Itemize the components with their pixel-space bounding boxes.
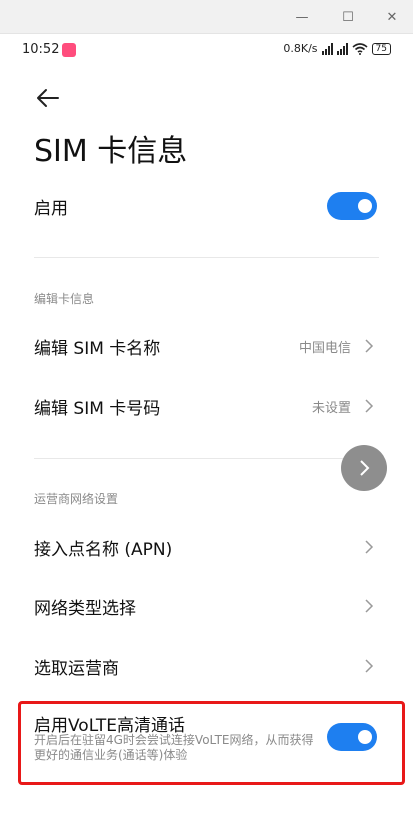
- wifi-icon: [352, 42, 368, 55]
- minimize-button[interactable]: —: [280, 0, 324, 34]
- section-carrier-network: 运营商网络设置: [34, 492, 119, 506]
- close-button[interactable]: ✕: [370, 0, 413, 34]
- enable-label: 启用: [34, 198, 68, 219]
- chevron-right-icon: [360, 460, 370, 476]
- status-right: 0.8K/s 75: [283, 42, 391, 55]
- window-title-bar: — ☐ ✕: [0, 0, 413, 34]
- volte-toggle[interactable]: [327, 723, 377, 751]
- chevron-right-icon: [365, 399, 374, 413]
- chevron-right-icon: [365, 599, 374, 613]
- section-edit-card-info: 编辑卡信息: [34, 292, 95, 306]
- status-bar: 10:52 0.8K/s 75: [0, 34, 413, 68]
- signal-icon-1: [321, 42, 333, 55]
- battery-indicator: 75: [371, 42, 391, 55]
- chevron-right-icon: [365, 540, 374, 554]
- chevron-right-icon: [365, 339, 374, 353]
- toggle-knob: [358, 199, 372, 213]
- edit-sim-number-label: 编辑 SIM 卡号码: [34, 398, 161, 419]
- app-notification-icon: [62, 43, 76, 57]
- network-type-label: 网络类型选择: [34, 598, 136, 619]
- edit-sim-number-value: 未设置: [311, 400, 351, 416]
- minimize-icon: —: [295, 9, 309, 25]
- signal-icon-2: [336, 42, 348, 55]
- edit-sim-name-row[interactable]: 编辑 SIM 卡名称 中国电信: [34, 333, 379, 359]
- edit-sim-name-label: 编辑 SIM 卡名称: [34, 338, 161, 359]
- network-speed: 0.8K/s: [283, 42, 318, 55]
- page-title: SIM 卡信息: [34, 134, 188, 169]
- back-arrow-icon[interactable]: [34, 86, 62, 110]
- divider: [34, 458, 379, 459]
- network-type-row[interactable]: 网络类型选择: [34, 593, 379, 619]
- apn-row[interactable]: 接入点名称 (APN): [34, 534, 379, 560]
- volte-description: 开启后在驻留4G时会尝试连接VoLTE网络，从而获得更好的通信业务(通话等)体验: [34, 733, 314, 762]
- divider: [34, 257, 379, 258]
- chevron-right-icon: [365, 659, 374, 673]
- maximize-button[interactable]: ☐: [326, 0, 370, 34]
- edit-sim-number-row[interactable]: 编辑 SIM 卡号码 未设置: [34, 393, 379, 419]
- close-icon: ✕: [386, 9, 398, 25]
- enable-row[interactable]: 启用: [34, 192, 379, 220]
- edit-sim-name-value: 中国电信: [298, 340, 351, 356]
- apn-label: 接入点名称 (APN): [34, 539, 173, 560]
- status-time: 10:52: [22, 42, 60, 57]
- maximize-icon: ☐: [342, 9, 354, 25]
- toggle-knob: [358, 730, 372, 744]
- carrier-select-row[interactable]: 选取运营商: [34, 653, 379, 679]
- enable-toggle[interactable]: [327, 192, 377, 220]
- carrier-select-label: 选取运营商: [34, 658, 119, 679]
- floating-next-button[interactable]: [341, 445, 387, 491]
